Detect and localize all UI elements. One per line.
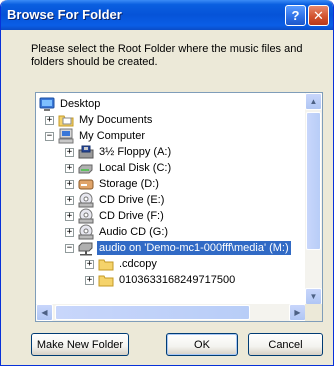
tree-item-label: CD Drive (F:): [99, 210, 164, 222]
scroll-up-button[interactable]: ▲: [305, 93, 322, 110]
expand-button[interactable]: +: [65, 196, 74, 205]
chevron-right-icon: ▶: [294, 308, 301, 317]
window-title: Browse For Folder: [7, 7, 122, 22]
expand-button[interactable]: +: [65, 164, 74, 173]
scroll-down-button[interactable]: ▼: [305, 288, 322, 305]
network-drive-icon: [78, 240, 94, 256]
tree-item-network-drive-m[interactable]: audio on 'Demo-mc1-000fff\media' (M:): [78, 240, 291, 256]
expand-button[interactable]: +: [65, 180, 74, 189]
collapse-button[interactable]: −: [45, 132, 54, 141]
expand-button[interactable]: +: [65, 228, 74, 237]
collapse-button[interactable]: −: [65, 244, 74, 253]
scrollbar-corner: [305, 304, 322, 321]
cd-drive-icon: [78, 224, 94, 240]
folder-icon: [58, 112, 74, 128]
storage-drive-icon: [78, 176, 94, 192]
tree-item-my-documents[interactable]: My Documents: [58, 112, 154, 128]
tree-item-label: Storage (D:): [99, 178, 159, 190]
folder-icon: [98, 256, 114, 272]
chevron-up-icon: ▲: [309, 97, 318, 106]
browse-for-folder-dialog: Browse For Folder ? ✕ Please select the …: [0, 0, 334, 366]
tree-item-label: 0103633168249717500: [119, 274, 236, 286]
tree-item-label: CD Drive (E:): [99, 194, 165, 206]
cd-drive-icon: [78, 208, 94, 224]
close-button[interactable]: ✕: [308, 5, 329, 26]
tree-item-cdcopy[interactable]: .cdcopy: [98, 256, 159, 272]
chevron-left-icon: ◀: [41, 308, 48, 317]
horizontal-scroll-thumb[interactable]: [55, 305, 250, 320]
tree-item-audio-cd-g[interactable]: Audio CD (G:): [78, 224, 170, 240]
expand-button[interactable]: +: [65, 148, 74, 157]
cd-drive-icon: [78, 192, 94, 208]
hard-disk-icon: [78, 160, 94, 176]
tree-item-storage-d[interactable]: Storage (D:): [78, 176, 161, 192]
tree-item-numbered-folder[interactable]: 0103633168249717500: [98, 272, 237, 288]
tree-item-label: Local Disk (C:): [99, 162, 172, 174]
ok-button[interactable]: OK: [166, 333, 238, 356]
scroll-left-button[interactable]: ◀: [36, 304, 53, 321]
tree-item-my-computer[interactable]: My Computer: [58, 128, 147, 144]
computer-icon: [58, 128, 74, 144]
folder-tree-content: Desktop + My Documents − My Computer + 3…: [36, 93, 306, 305]
tree-item-label: Audio CD (G:): [99, 226, 169, 238]
expand-button[interactable]: +: [85, 276, 94, 285]
desktop-icon: [39, 96, 55, 112]
tree-item-floppy[interactable]: 3½ Floppy (A:): [78, 144, 173, 160]
tree-item-label: Desktop: [60, 98, 101, 110]
tree-item-label: audio on 'Demo-mc1-000fff\media' (M:): [97, 241, 291, 255]
folder-tree[interactable]: Desktop + My Documents − My Computer + 3…: [35, 92, 323, 322]
tree-item-cd-drive-e[interactable]: CD Drive (E:): [78, 192, 166, 208]
expand-button[interactable]: +: [85, 260, 94, 269]
tree-item-desktop[interactable]: Desktop: [39, 96, 102, 112]
tree-item-label: My Documents: [79, 114, 153, 126]
floppy-icon: [78, 144, 94, 160]
expand-button[interactable]: +: [65, 212, 74, 221]
horizontal-scrollbar[interactable]: ◀ ▶: [36, 304, 306, 321]
tree-item-local-disk-c[interactable]: Local Disk (C:): [78, 160, 173, 176]
instruction-text: Please select the Root Folder where the …: [31, 43, 303, 68]
tree-item-label: My Computer: [79, 130, 146, 142]
tree-item-label: .cdcopy: [119, 258, 157, 270]
vertical-scroll-thumb[interactable]: [306, 112, 321, 250]
tree-item-cd-drive-f[interactable]: CD Drive (F:): [78, 208, 166, 224]
make-new-folder-button[interactable]: Make New Folder: [31, 333, 129, 356]
cancel-button[interactable]: Cancel: [248, 333, 323, 356]
title-bar[interactable]: Browse For Folder ? ✕: [1, 0, 333, 30]
chevron-down-icon: ▼: [309, 292, 318, 301]
tree-item-label: 3½ Floppy (A:): [99, 146, 172, 158]
help-button[interactable]: ?: [285, 5, 306, 26]
scroll-right-button[interactable]: ▶: [289, 304, 306, 321]
vertical-scrollbar[interactable]: ▲ ▼: [305, 93, 322, 305]
expand-button[interactable]: +: [45, 116, 54, 125]
folder-icon: [98, 272, 114, 288]
